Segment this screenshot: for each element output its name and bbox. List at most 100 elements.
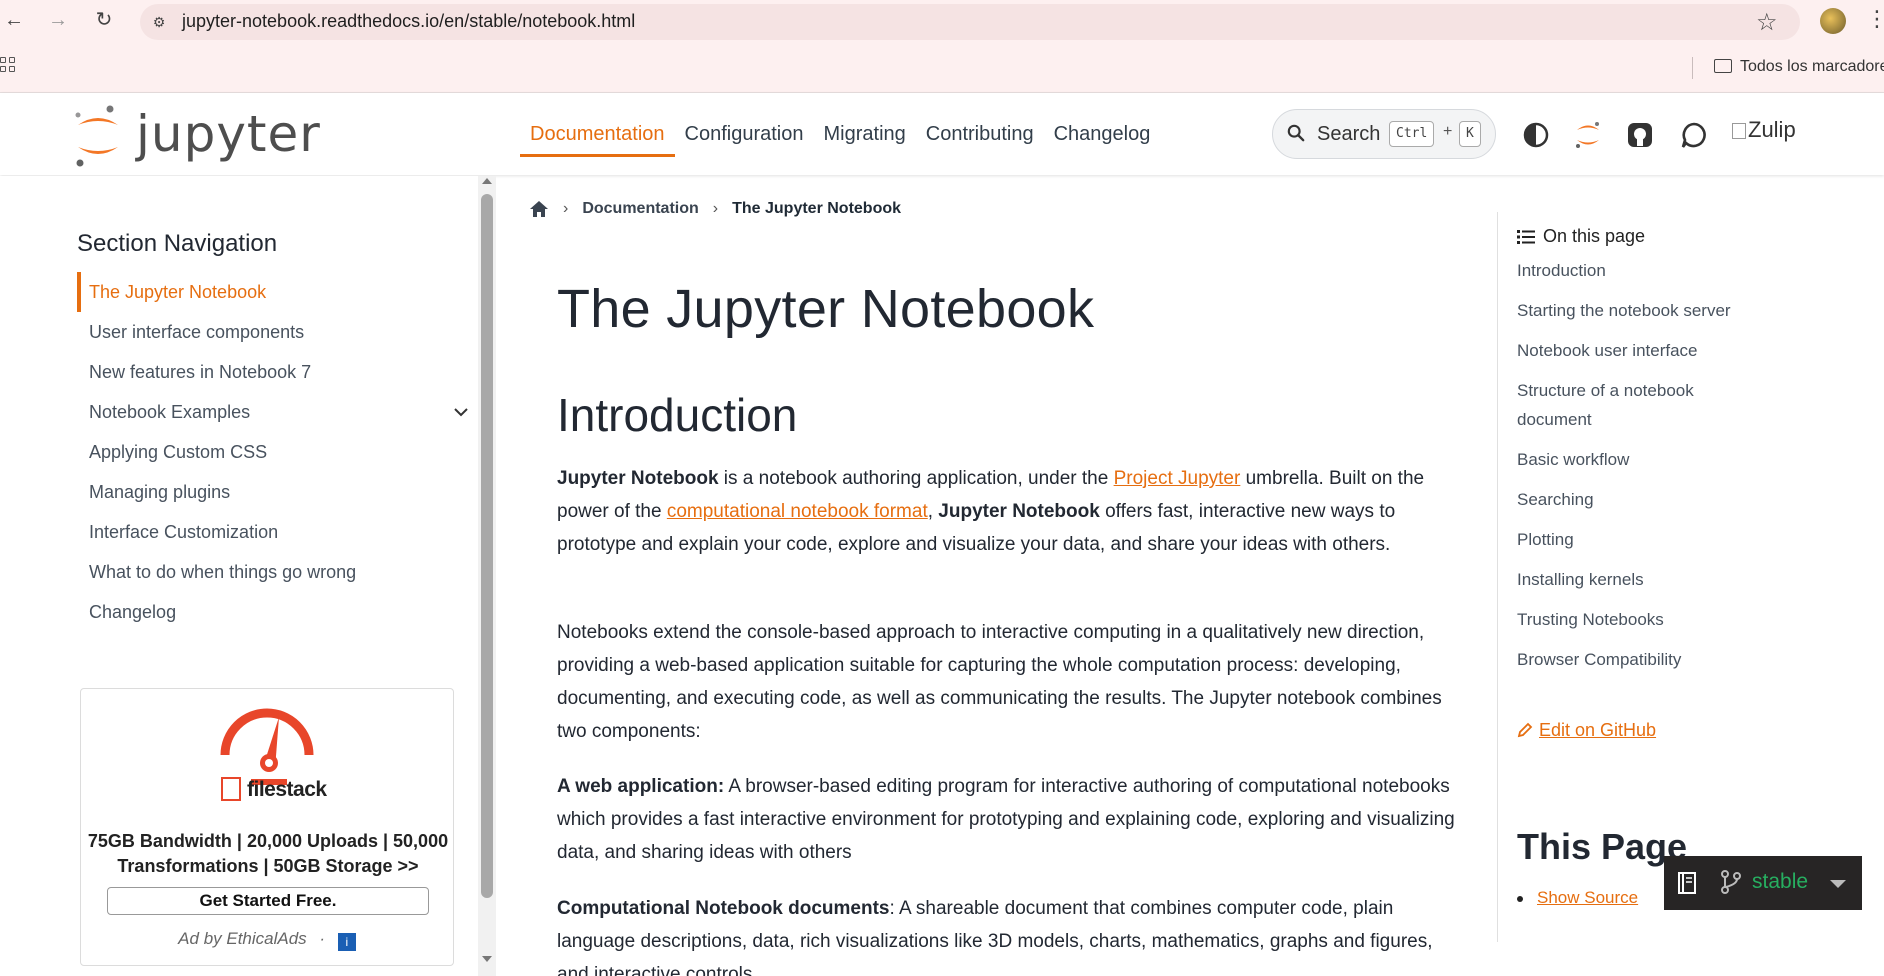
breadcrumb: › Documentation › The Jupyter Notebook — [529, 200, 901, 218]
github-icon[interactable] — [1626, 121, 1654, 149]
toc-heading: On this page — [1517, 226, 1645, 247]
ad-dot: · — [319, 929, 326, 948]
sidebar-item-user-interface-components[interactable]: User interface components — [77, 312, 469, 352]
sidebar-item-applying-custom-css[interactable]: Applying Custom CSS — [77, 432, 469, 472]
breadcrumb-chevron-icon: › — [712, 200, 719, 217]
reload-icon[interactable]: ↻ — [92, 8, 116, 32]
zulip-alt-text: Zulip — [1748, 117, 1796, 142]
toc-item-browser-compatibility[interactable]: Browser Compatibility — [1517, 645, 1767, 674]
kbd-ctrl: Ctrl — [1389, 121, 1435, 147]
bold-computational-notebook-documents: Computational Notebook documents — [557, 898, 890, 919]
jupyter-icon[interactable] — [1574, 121, 1602, 149]
toc-item-user-interface[interactable]: Notebook user interface — [1517, 336, 1767, 365]
readthedocs-flyout[interactable]: stable — [1664, 856, 1862, 910]
main-content: › Documentation › The Jupyter Notebook T… — [497, 176, 1497, 976]
toc-heading-label: On this page — [1543, 226, 1646, 246]
browser-toolbar: ← → ↻ ⚙ jupyter-notebook.readthedocs.io/… — [0, 0, 1884, 43]
apps-grid-icon[interactable] — [0, 57, 20, 77]
this-page-heading: This Page — [1517, 826, 1688, 867]
project-jupyter-link[interactable]: Project Jupyter — [1114, 468, 1241, 489]
jupyter-wordmark: jupyter — [136, 105, 321, 163]
intro-paragraph-web-application: A web application: A browser-based editi… — [557, 770, 1457, 869]
edit-on-github-link[interactable]: Edit on GitHub — [1517, 720, 1656, 741]
bookmark-star-icon[interactable]: ☆ — [1756, 8, 1778, 37]
toc-item-basic-workflow[interactable]: Basic workflow — [1517, 445, 1767, 474]
sidebar-item-notebook-examples[interactable]: Notebook Examples — [77, 392, 469, 432]
chevron-down-icon[interactable] — [453, 404, 469, 420]
ad-cta-button[interactable]: Get Started Free. — [107, 887, 429, 915]
toc-item-introduction[interactable]: Introduction — [1517, 256, 1767, 285]
jupyter-logo-icon — [75, 105, 118, 167]
sidebar-scrollbar[interactable] — [478, 176, 496, 976]
git-branch-icon — [1721, 870, 1741, 894]
sidebar-item-managing-plugins[interactable]: Managing plugins — [77, 472, 469, 512]
intro-paragraph-notebook-documents: Computational Notebook documents: A shar… — [557, 892, 1457, 976]
bold-jupyter-notebook: Jupyter Notebook — [938, 501, 1100, 522]
filestack-logo: filestack — [221, 777, 327, 802]
nav-documentation[interactable]: Documentation — [520, 115, 675, 157]
nav-contributing[interactable]: Contributing — [916, 115, 1044, 157]
bold-jupyter-notebook: Jupyter Notebook — [557, 468, 719, 489]
zulip-icon[interactable]: Zulip — [1732, 117, 1796, 143]
text-span: is a notebook authoring application, und… — [718, 468, 1114, 489]
browser-menu-icon[interactable]: ⋮ — [1866, 6, 1884, 32]
pencil-icon — [1517, 722, 1533, 738]
section-navigation-title: Section Navigation — [77, 230, 278, 257]
toc-item-structure[interactable]: Structure of a notebook document — [1517, 376, 1767, 434]
toc-item-installing-kernels[interactable]: Installing kernels — [1517, 565, 1767, 594]
toc-divider — [1497, 212, 1498, 942]
page-title: The Jupyter Notebook — [557, 279, 1095, 339]
toc-item-starting-server[interactable]: Starting the notebook server — [1517, 296, 1767, 325]
caret-down-icon — [1830, 880, 1846, 888]
search-icon — [1287, 124, 1305, 142]
toc-item-trusting-notebooks[interactable]: Trusting Notebooks — [1517, 605, 1767, 634]
forward-arrow-icon[interactable]: → — [46, 8, 70, 32]
breadcrumb-documentation[interactable]: Documentation — [582, 200, 698, 218]
sidebar-item-what-to-do[interactable]: What to do when things go wrong — [77, 552, 469, 592]
site-header: jupyter Documentation Configuration Migr… — [0, 93, 1884, 175]
nav-configuration[interactable]: Configuration — [675, 115, 814, 157]
intro-paragraph-2: Notebooks extend the console-based appro… — [557, 622, 1442, 742]
nav-migrating[interactable]: Migrating — [814, 115, 916, 157]
kbd-plus: + — [1443, 123, 1453, 140]
toc-item-plotting[interactable]: Plotting — [1517, 525, 1767, 554]
ad-text[interactable]: 75GB Bandwidth | 20,000 Uploads | 50,000… — [87, 829, 449, 879]
section-heading-introduction: Introduction — [557, 389, 798, 441]
nav-changelog[interactable]: Changelog — [1044, 115, 1161, 157]
section-navigation-list: The Jupyter Notebook User interface comp… — [77, 272, 469, 632]
toc-item-searching[interactable]: Searching — [1517, 485, 1767, 514]
book-icon — [1678, 872, 1696, 894]
scroll-up-arrow-icon[interactable] — [482, 178, 492, 184]
computational-notebook-format-link[interactable]: computational notebook format — [667, 501, 928, 522]
jupyter-logo[interactable]: jupyter — [74, 105, 320, 167]
toc-list: Introduction Starting the notebook serve… — [1517, 256, 1767, 685]
search-button[interactable]: Search Ctrl + K — [1272, 109, 1496, 159]
site-settings-icon[interactable]: ⚙ — [148, 11, 170, 33]
ad-by-ethicalads: Ad by EthicalAds · i — [81, 929, 453, 951]
sidebar-item-interface-customization[interactable]: Interface Customization — [77, 512, 469, 552]
home-icon[interactable] — [529, 200, 549, 218]
show-source-link[interactable]: Show Source — [1516, 888, 1638, 908]
filestack-file-icon — [221, 777, 241, 801]
profile-avatar[interactable] — [1820, 8, 1846, 34]
theme-toggle-icon[interactable] — [1522, 121, 1550, 149]
back-arrow-icon[interactable]: ← — [2, 8, 26, 32]
intro-paragraph-1: Jupyter Notebook is a notebook authoring… — [557, 462, 1457, 561]
sidebar-item-changelog[interactable]: Changelog — [77, 592, 469, 632]
ad-brand-text: filestack — [247, 778, 327, 801]
all-bookmarks-folder[interactable]: Todos los marcadores — [1714, 58, 1884, 76]
folder-icon — [1714, 59, 1732, 73]
ad-by-text[interactable]: Ad by EthicalAds — [178, 929, 307, 948]
discourse-icon[interactable] — [1680, 121, 1708, 149]
breadcrumb-chevron-icon: › — [563, 200, 569, 217]
sidebar-item-new-features[interactable]: New features in Notebook 7 — [77, 352, 469, 392]
search-label: Search — [1317, 123, 1381, 145]
url-text[interactable]: jupyter-notebook.readthedocs.io/en/stabl… — [182, 11, 635, 32]
ad-info-icon[interactable]: i — [337, 933, 356, 951]
scrollbar-thumb[interactable] — [481, 194, 493, 898]
sidebar-item-the-jupyter-notebook[interactable]: The Jupyter Notebook — [77, 272, 469, 312]
scroll-down-arrow-icon[interactable] — [482, 956, 492, 962]
broken-image-icon — [1732, 123, 1746, 139]
ethical-ad[interactable]: filestack 75GB Bandwidth | 20,000 Upload… — [80, 688, 454, 966]
sidebar-item-label: Notebook Examples — [89, 402, 251, 422]
